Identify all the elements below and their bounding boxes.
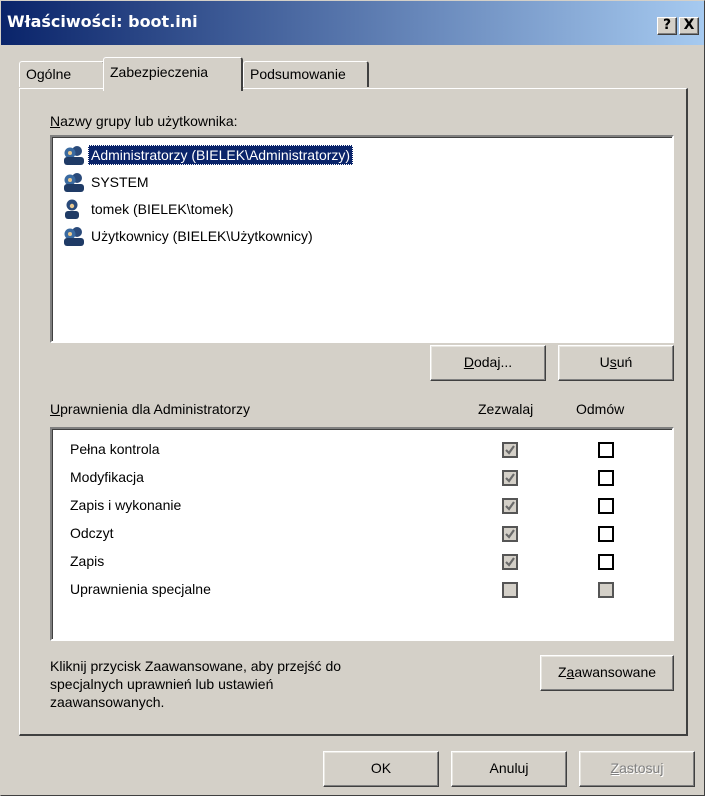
permissions-label: Uprawnienia dla Administratorzy [50,401,250,417]
user-label: Administratorzy (BIELEK\Administratorzy) [88,145,354,165]
advanced-button[interactable]: Zaawansowane [540,655,674,691]
permission-name: Uprawnienia specjalne [70,581,211,597]
users-list-label: Nazwy grupy lub użytkownika: [50,113,238,129]
permission-name: Modyfikacja [70,469,144,485]
table-row: Zapis [70,549,660,577]
remove-button[interactable]: Usuń [558,345,674,381]
permission-name: Odczyt [70,525,114,541]
list-item[interactable]: tomek (BIELEK\tomek) [60,197,236,221]
allow-checkbox[interactable] [502,442,518,458]
allow-checkbox[interactable] [502,582,518,598]
deny-checkbox[interactable] [598,582,614,598]
user-label: SYSTEM [91,174,149,190]
tab-summary[interactable]: Podsumowanie [243,61,369,87]
apply-button[interactable]: Zastosuj [579,751,695,787]
allow-checkbox[interactable] [502,526,518,542]
deny-checkbox[interactable] [598,470,614,486]
group-icon [60,225,88,247]
table-row: Zapis i wykonanie [70,493,660,521]
deny-checkbox[interactable] [598,554,614,570]
list-item[interactable]: Użytkownicy (BIELEK\Użytkownicy) [60,224,316,248]
table-row: Uprawnienia specjalne [70,577,660,605]
deny-checkbox[interactable] [598,442,614,458]
allow-header: Zezwalaj [478,401,534,417]
advanced-hint: Kliknij przycisk Zaawansowane, aby przej… [50,657,341,711]
group-icon [60,171,88,193]
permission-name: Zapis [70,553,105,569]
allow-checkbox[interactable] [502,470,518,486]
tab-security[interactable]: Zabezpieczenia [103,57,243,91]
advanced-hint-line: Kliknij przycisk Zaawansowane, aby przej… [50,658,342,674]
advanced-hint-line: zaawansowanych. [50,694,165,710]
tab-summary-label: Podsumowanie [250,66,346,82]
tab-general[interactable]: Ogólne [19,61,105,87]
window-title: Właściwości: boot.ini [7,12,198,31]
list-item[interactable]: SYSTEM [60,170,152,194]
user-label: Użytkownicy (BIELEK\Użytkownicy) [91,228,313,244]
help-button[interactable]: ? [657,17,677,35]
advanced-hint-line: specjalnych uprawnień lub ustawień [50,676,274,692]
close-button[interactable]: X [679,17,699,35]
table-row: Pełna kontrola [70,437,660,465]
title-bar[interactable]: Właściwości: boot.ini ? X [1,1,704,45]
add-button[interactable]: Dodaj... [430,345,546,381]
ok-button[interactable]: OK [323,751,439,787]
properties-dialog: Właściwości: boot.ini ? X Ogólne Zabezpi… [0,0,705,796]
permission-name: Zapis i wykonanie [70,497,182,513]
permissions-listbox[interactable]: Pełna kontrola Modyfikacja Zapis i wykon… [50,427,674,641]
cancel-button[interactable]: Anuluj [451,751,567,787]
users-listbox[interactable]: Administratorzy (BIELEK\Administratorzy)… [50,135,674,343]
permission-name: Pełna kontrola [70,441,160,457]
list-item[interactable]: Administratorzy (BIELEK\Administratorzy) [60,143,354,167]
tab-general-label: Ogólne [26,66,72,82]
user-icon [60,198,88,220]
user-label: tomek (BIELEK\tomek) [91,201,234,217]
security-panel: Nazwy grupy lub użytkownika: Administrat… [19,88,688,736]
table-row: Odczyt [70,521,660,549]
deny-header: Odmów [576,401,625,417]
deny-checkbox[interactable] [598,526,614,542]
table-row: Modyfikacja [70,465,660,493]
group-icon [60,144,88,166]
deny-checkbox[interactable] [598,498,614,514]
tab-security-label: Zabezpieczenia [110,64,209,80]
allow-checkbox[interactable] [502,498,518,514]
allow-checkbox[interactable] [502,554,518,570]
